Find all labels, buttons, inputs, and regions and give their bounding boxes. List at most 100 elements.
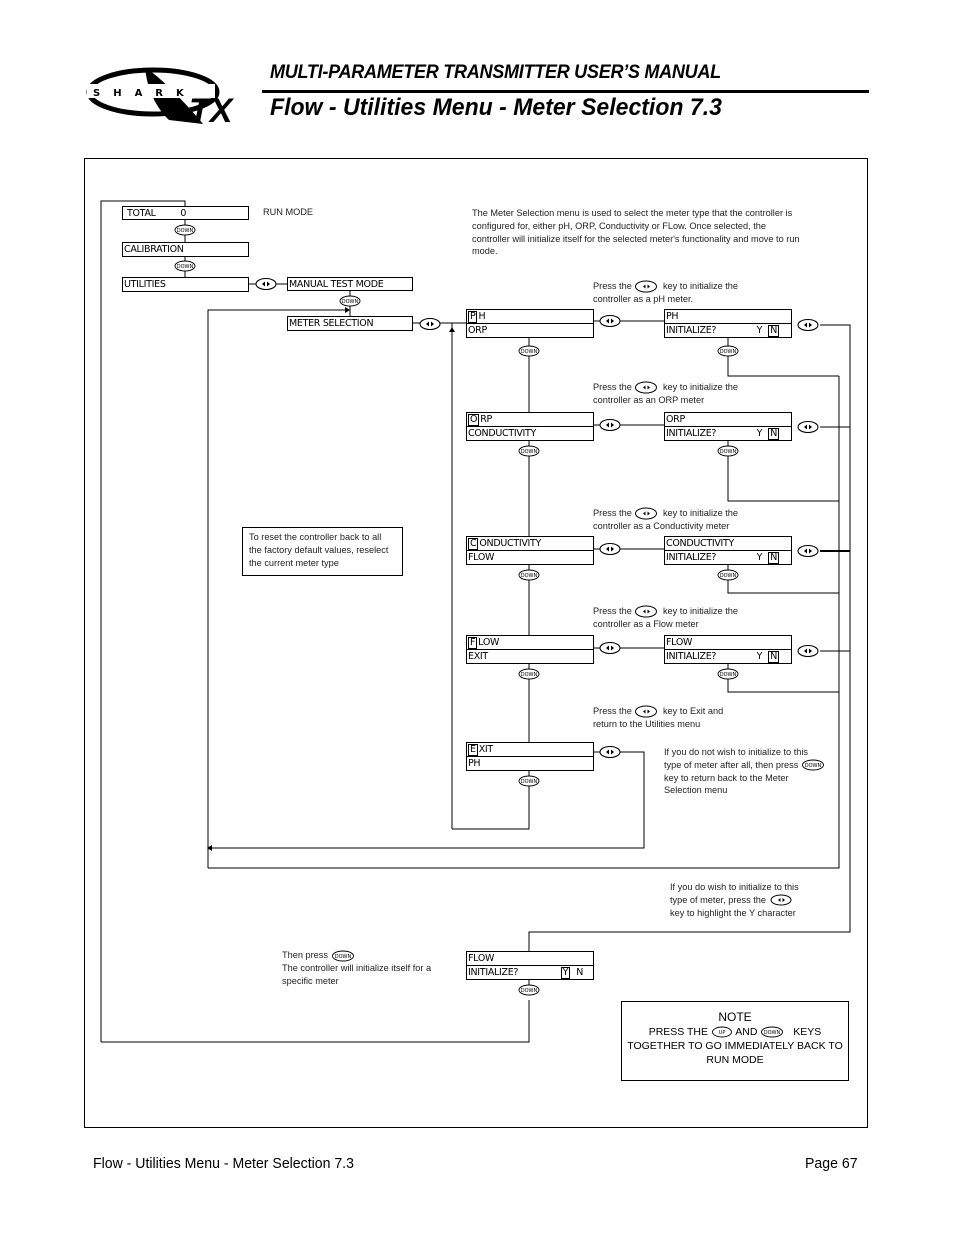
hint-post: key to initialize the xyxy=(662,382,739,392)
menu-flow[interactable]: F LOW EXIT xyxy=(466,635,594,664)
menu-orp[interactable]: O RP CONDUCTIVITY xyxy=(466,412,594,441)
yes-option[interactable]: Y xyxy=(757,552,763,563)
menu-utilities[interactable]: UTILITIES xyxy=(122,277,249,292)
down-key-icon: DOWN xyxy=(801,759,824,771)
confirm-title: FLOW xyxy=(468,953,495,964)
item-rest: ONDUCTIVITY xyxy=(479,538,542,549)
yes-option[interactable]: Y xyxy=(757,325,763,336)
no-option-selected[interactable]: N xyxy=(768,325,779,337)
hint-post: key to Exit and xyxy=(662,706,724,716)
reset-note-box: To reset the controller back to all the … xyxy=(242,527,403,576)
menu-exit[interactable]: E XIT PH xyxy=(466,742,594,771)
yes-option[interactable]: Y xyxy=(757,428,763,439)
confirm-final[interactable]: FLOW INITIALIZE? YN xyxy=(466,951,594,980)
yes-option-selected[interactable]: Y xyxy=(560,967,571,979)
hint-line2: controller as a Conductivity meter xyxy=(593,521,730,532)
logo-text-shark: SHARK xyxy=(93,88,197,99)
confirm-flow[interactable]: FLOW INITIALIZE? YN xyxy=(664,635,792,664)
item-rest: H xyxy=(478,311,486,322)
confirm-prompt: INITIALIZE? xyxy=(666,325,717,336)
hint-pre: Press the xyxy=(593,706,632,716)
key-label: UP xyxy=(719,1030,726,1036)
text-line: If you do wish to initialize to this xyxy=(670,882,799,892)
enter-key-icon xyxy=(635,507,658,520)
note-line1: PRESS THE UP AND DOWN KEYS xyxy=(622,1025,848,1039)
note-line2: TOGETHER TO GO IMMEDIATELY BACK TO xyxy=(627,1040,843,1052)
hint-line2: controller as an ORP meter xyxy=(593,395,705,406)
confirm-prompt: INITIALIZE? xyxy=(666,651,717,662)
logo-text-tx: TX xyxy=(189,92,235,128)
confirm-title: CONDUCTIVITY xyxy=(666,538,735,549)
menu-ph[interactable]: PH ORP xyxy=(466,309,594,338)
do-init-text: If you do wish to initialize to this typ… xyxy=(670,881,799,919)
hint-line2: return to the Utilities menu xyxy=(593,719,701,730)
hint-post: key to initialize the xyxy=(662,281,739,291)
text-line: Then press xyxy=(282,950,328,960)
key-label: DOWN xyxy=(334,954,351,960)
cursor-char: C xyxy=(468,538,479,550)
then-press-text: Then press DOWN The controller will init… xyxy=(282,949,431,987)
menu-conductivity[interactable]: C ONDUCTIVITY FLOW xyxy=(466,536,594,565)
note-title: NOTE xyxy=(718,1010,752,1024)
enter-key-icon xyxy=(635,705,658,718)
confirm-prompt: INITIALIZE? xyxy=(666,428,717,439)
up-key-icon: UP xyxy=(711,1026,732,1038)
item-rest: XIT xyxy=(478,744,494,755)
text-line: If you do not wish to initialize to this xyxy=(664,747,809,757)
hint-post: key to initialize the xyxy=(662,606,739,616)
menu-calibration[interactable]: CALIBRATION xyxy=(122,242,249,257)
menu-meter-selection[interactable]: METER SELECTION xyxy=(287,316,413,331)
enter-key-icon xyxy=(635,605,658,618)
confirm-title: FLOW xyxy=(666,637,693,648)
note-box: NOTE PRESS THE UP AND DOWN KEYS TOGETHER… xyxy=(621,1001,849,1081)
text-line: Selection menu xyxy=(664,785,728,796)
hint-ph: Press the key to initialize the controll… xyxy=(593,280,738,306)
hint-exit: Press the key to Exit and return to the … xyxy=(593,705,723,731)
next-item: PH xyxy=(467,756,593,770)
hint-pre: Press the xyxy=(593,508,632,518)
hint-post: key to initialize the xyxy=(662,508,739,518)
confirm-orp[interactable]: ORP INITIALIZE? YN xyxy=(664,412,792,441)
key-label: DOWN xyxy=(805,763,822,769)
cursor-char: O xyxy=(468,414,480,426)
next-item: CONDUCTIVITY xyxy=(467,426,593,440)
hint-conductivity: Press the key to initialize the controll… xyxy=(593,507,738,533)
total-label: TOTAL xyxy=(127,208,156,219)
menu-manual-test-mode[interactable]: MANUAL TEST MODE xyxy=(287,277,413,291)
confirm-prompt: INITIALIZE? xyxy=(468,967,519,978)
footer-page-number: Page 67 xyxy=(805,1155,858,1172)
enter-key-icon xyxy=(635,280,658,293)
no-init-text: If you do not wish to initialize to this… xyxy=(664,746,825,797)
note-line3: RUN MODE xyxy=(706,1054,764,1066)
text-line: PRESS THE xyxy=(648,1026,709,1038)
manual-title: MULTI-PARAMETER TRANSMITTER USER’S MANUA… xyxy=(270,62,721,83)
text-line: The controller will initialize itself fo… xyxy=(282,962,432,973)
enter-key-icon xyxy=(635,381,658,394)
header-rule xyxy=(262,90,869,93)
next-item: FLOW xyxy=(467,550,593,564)
confirm-prompt: INITIALIZE? xyxy=(666,552,717,563)
text-line: key to return back to the Meter xyxy=(664,772,789,783)
item-rest: LOW xyxy=(478,637,500,648)
confirm-ph[interactable]: PH INITIALIZE? YN xyxy=(664,309,792,338)
no-option-selected[interactable]: N xyxy=(768,552,779,564)
intro-text: The Meter Selection menu is used to sele… xyxy=(472,208,800,257)
key-label: DOWN xyxy=(764,1030,781,1036)
yes-option[interactable]: Y xyxy=(757,651,763,662)
cursor-char: E xyxy=(468,744,478,756)
hint-line2: controller as a Flow meter xyxy=(593,619,699,630)
no-option-selected[interactable]: N xyxy=(768,428,779,440)
text-line: AND xyxy=(735,1026,758,1038)
down-key-icon: DOWN xyxy=(761,1026,784,1038)
next-item: EXIT xyxy=(467,649,593,663)
no-option-selected[interactable]: N xyxy=(768,651,779,663)
menu-total[interactable]: TOTAL 0 xyxy=(122,206,249,220)
next-item: ORP xyxy=(467,323,593,337)
confirm-conductivity[interactable]: CONDUCTIVITY INITIALIZE? YN xyxy=(664,536,792,565)
cursor-char: P xyxy=(468,311,478,323)
hint-pre: Press the xyxy=(593,382,632,392)
text-line: specific meter xyxy=(282,975,339,986)
hint-pre: Press the xyxy=(593,281,632,291)
text-line: type of meter after all, then press xyxy=(664,759,799,770)
no-option[interactable]: N xyxy=(576,967,583,978)
